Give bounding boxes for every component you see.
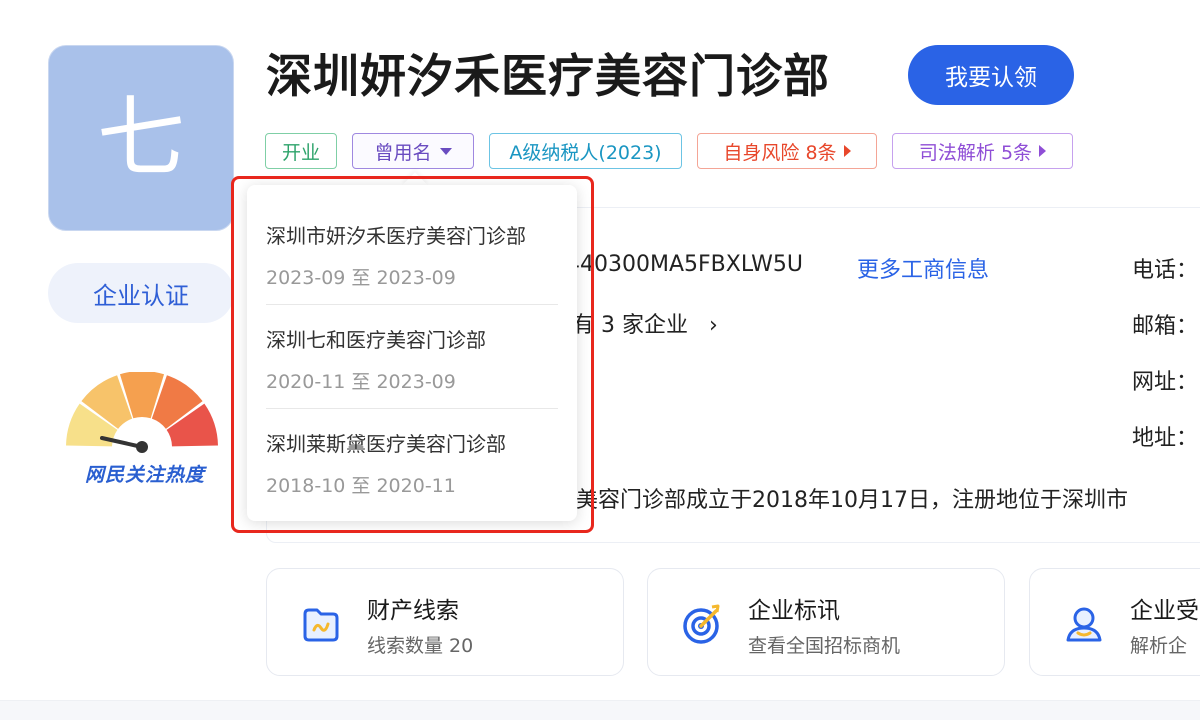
chevron-right-icon: [1039, 145, 1047, 157]
card-title: 企业标讯: [748, 598, 840, 624]
tax-rating-badge[interactable]: A级纳税人(2023): [489, 133, 682, 169]
caret-down-icon: [439, 147, 452, 155]
enterprise-cert-button[interactable]: 企业认证: [48, 263, 234, 323]
card-subtitle: 查看全国招标商机: [748, 635, 901, 657]
footer-strip: [0, 700, 1200, 720]
website-label: 网址：: [1132, 370, 1199, 395]
claim-button[interactable]: 我要认领: [908, 45, 1074, 105]
heat-label: 网民关注热度: [84, 464, 205, 486]
target-icon: [683, 604, 720, 644]
judicial-label: 司法解析 5条: [918, 141, 1033, 164]
logo-char: 七: [96, 86, 185, 189]
bidding-info-card[interactable]: 企业标讯 查看全国招标商机: [647, 568, 1005, 676]
chevron-right-icon: [843, 145, 851, 157]
company-logo: 七: [48, 45, 234, 231]
phone-label: 电话：: [1132, 258, 1199, 283]
enterprise-card-partial[interactable]: 企业受 解析企: [1029, 568, 1200, 676]
chevron-right-icon: ›: [708, 313, 718, 338]
folder-icon: [303, 608, 339, 642]
email-label: 邮箱：: [1132, 314, 1199, 339]
self-risk-label: 自身风险 8条: [723, 141, 837, 164]
credit-code: 440300MA5FBXLW5U: [566, 252, 803, 277]
company-name: 深圳妍汐禾医疗美容门诊部: [266, 49, 830, 103]
judicial-analysis-tag[interactable]: 司法解析 5条: [892, 133, 1073, 169]
company-intro: 美容门诊部成立于2018年10月17日，注册地位于深圳市: [576, 488, 1128, 513]
former-names-label: 曾用名: [374, 141, 432, 164]
card-title: 财产线索: [367, 598, 459, 624]
person-icon: [1066, 607, 1102, 642]
former-names-dropdown-toggle[interactable]: 曾用名: [352, 133, 474, 169]
self-risk-tag[interactable]: 自身风险 8条: [697, 133, 877, 169]
more-business-info-link[interactable]: 更多工商信息: [857, 252, 989, 284]
status-badge-open: 开业: [265, 133, 337, 169]
address-label: 地址：: [1132, 426, 1199, 451]
property-clues-card[interactable]: 财产线索 线索数量 20: [266, 568, 624, 676]
highlight-annotation: [231, 176, 594, 533]
card-subtitle: 解析企: [1130, 635, 1188, 657]
card-subtitle: 线索数量 20: [367, 635, 474, 657]
card-title: 企业受: [1130, 598, 1199, 624]
